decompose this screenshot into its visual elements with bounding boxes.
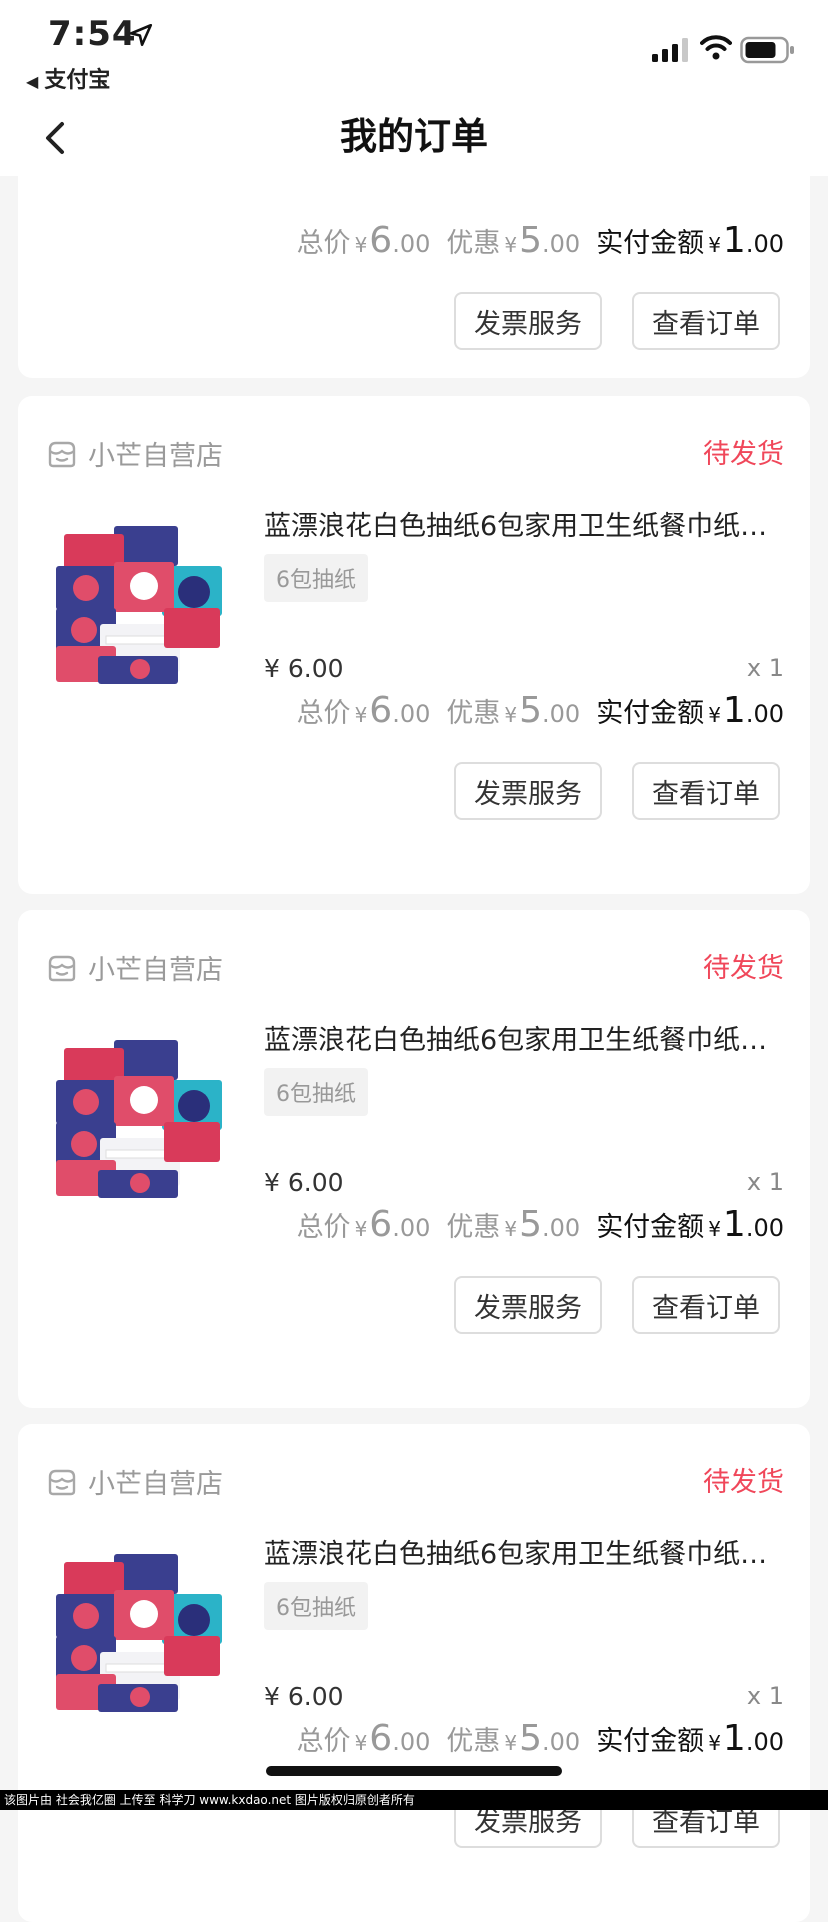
battery-icon [740,36,794,64]
order-status-badge: 待发货 [703,953,784,984]
view-order-button[interactable]: 查看订单 [632,292,780,350]
discount-label: 优惠 [446,1212,501,1243]
back-app-label: 支付宝 [44,68,111,93]
total-label: 总价 [296,1726,351,1757]
shop-link[interactable]: 小芒自营店 [46,1462,223,1501]
total-value: 6 [369,1204,393,1245]
invoice-button[interactable]: 发票服务 [454,292,602,350]
product-price: ¥ 6.00 [264,654,344,683]
total-label: 总价 [296,698,351,729]
paid-value: 1 [722,690,746,731]
order-card: 小芒自营店 待发货 蓝漂浪花白色抽纸6包家用卫生纸餐巾纸… 6包抽纸 ¥ 6.0… [18,1424,810,1922]
order-summary: 总价 ¥6.00 优惠 ¥5.00 实付金额 ¥1.00 [296,220,784,261]
discount-label: 优惠 [446,1726,501,1757]
discount-value: 5 [519,220,543,261]
shop-name: 小芒自营店 [88,1469,223,1500]
store-icon [48,1469,76,1495]
total-label: 总价 [296,1212,351,1243]
discount-value: 5 [519,690,543,731]
total-label: 总价 [296,228,351,259]
product-quantity: x 1 [746,1168,784,1196]
product-price: ¥ 6.00 [264,1168,344,1197]
store-icon [48,441,76,467]
paid-label: 实付金额 [596,1726,705,1757]
invoice-button[interactable]: 发票服务 [454,762,602,820]
total-value: 6 [369,690,393,731]
back-to-app-link[interactable]: ◀ 支付宝 [26,62,110,94]
product-spec: 6包抽纸 [264,1582,368,1630]
paid-label: 实付金额 [596,698,705,729]
status-bar: 7:54 ◀ 支付宝 [0,0,828,100]
product-image[interactable] [44,1020,228,1204]
paid-label: 实付金额 [596,1212,705,1243]
product-spec: 6包抽纸 [264,1068,368,1116]
discount-value: 5 [519,1718,543,1759]
order-summary: 总价 ¥6.00 优惠 ¥5.00 实付金额 ¥1.00 [296,690,784,731]
discount-label: 优惠 [446,698,501,729]
order-summary: 总价 ¥6.00 优惠 ¥5.00 实付金额 ¥1.00 [296,1718,784,1759]
product-spec: 6包抽纸 [264,554,368,602]
page-title: 我的订单 [340,115,488,158]
discount-label: 优惠 [446,228,501,259]
shop-name: 小芒自营店 [88,441,223,472]
back-triangle-icon: ◀ [26,72,39,91]
order-status-badge: 待发货 [703,1467,784,1498]
order-summary: 总价 ¥6.00 优惠 ¥5.00 实付金额 ¥1.00 [296,1204,784,1245]
order-status-badge: 待发货 [703,439,784,470]
order-card: 小芒自营店 待发货 蓝漂浪花白色抽纸6包家用卫生纸餐巾纸… 6包抽纸 ¥ 6.0… [18,396,810,894]
product-title[interactable]: 蓝漂浪花白色抽纸6包家用卫生纸餐巾纸… [264,1018,804,1057]
product-title[interactable]: 蓝漂浪花白色抽纸6包家用卫生纸餐巾纸… [264,504,804,543]
product-quantity: x 1 [746,654,784,682]
shop-link[interactable]: 小芒自营店 [46,948,223,987]
view-order-button[interactable]: 查看订单 [632,1276,780,1334]
total-value: 6 [369,220,393,261]
view-order-button[interactable]: 查看订单 [632,762,780,820]
shop-link[interactable]: 小芒自营店 [46,434,223,473]
order-card: 小芒自营店 待发货 蓝漂浪花白色抽纸6包家用卫生纸餐巾纸… 6包抽纸 ¥ 6.0… [18,910,810,1408]
location-arrow-icon [129,23,153,47]
clock: 7:54 [48,14,137,54]
watermark-text: 该图片由 社会我亿圈 上传至 科学刀 www.kxdao.net 图片版权归原创… [0,1790,828,1810]
total-value: 6 [369,1718,393,1759]
paid-value: 1 [722,220,746,261]
nav-bar: 我的订单 [0,100,828,176]
paid-label: 实付金额 [596,228,705,259]
paid-value: 1 [722,1204,746,1245]
home-indicator[interactable] [266,1766,562,1776]
product-image[interactable] [44,1534,228,1718]
invoice-button[interactable]: 发票服务 [454,1276,602,1334]
product-quantity: x 1 [746,1682,784,1710]
discount-value: 5 [519,1204,543,1245]
paid-value: 1 [722,1718,746,1759]
product-price: ¥ 6.00 [264,1682,344,1711]
wifi-icon [700,35,732,60]
store-icon [48,955,76,981]
order-card-partial: 总价 ¥6.00 优惠 ¥5.00 实付金额 ¥1.00 发票服务 查看订单 [18,176,810,378]
product-image[interactable] [44,506,228,690]
product-title[interactable]: 蓝漂浪花白色抽纸6包家用卫生纸餐巾纸… [264,1532,804,1571]
cellular-signal-icon [652,38,688,62]
shop-name: 小芒自营店 [88,955,223,986]
